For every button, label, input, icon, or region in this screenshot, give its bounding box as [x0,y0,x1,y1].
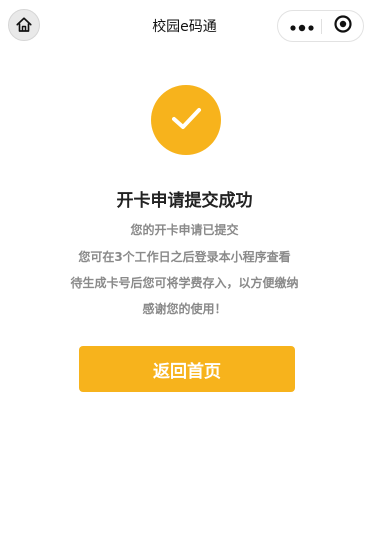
close-button[interactable] [326,11,360,41]
navigation-bar: 校园e码通 [0,0,369,52]
back-home-button[interactable]: 返回首页 [79,346,295,392]
more-button[interactable] [286,11,318,41]
result-title: 开卡申请提交成功 [116,191,253,211]
miniprogram-capsule [277,10,364,42]
result-line-1: 您的开卡申请已提交 [130,223,239,237]
check-icon [166,98,206,142]
success-badge [151,85,221,155]
capsule-divider [321,19,322,34]
more-dots-icon [290,17,314,36]
result-line-2: 您可在3个工作日之后登录本小程序查看 [78,250,291,264]
result-line-4: 感谢您的使用！ [142,302,227,316]
close-target-icon [333,14,353,38]
result-line-3: 待生成卡号后您可将学费存入，以方便缴纳 [70,276,299,290]
